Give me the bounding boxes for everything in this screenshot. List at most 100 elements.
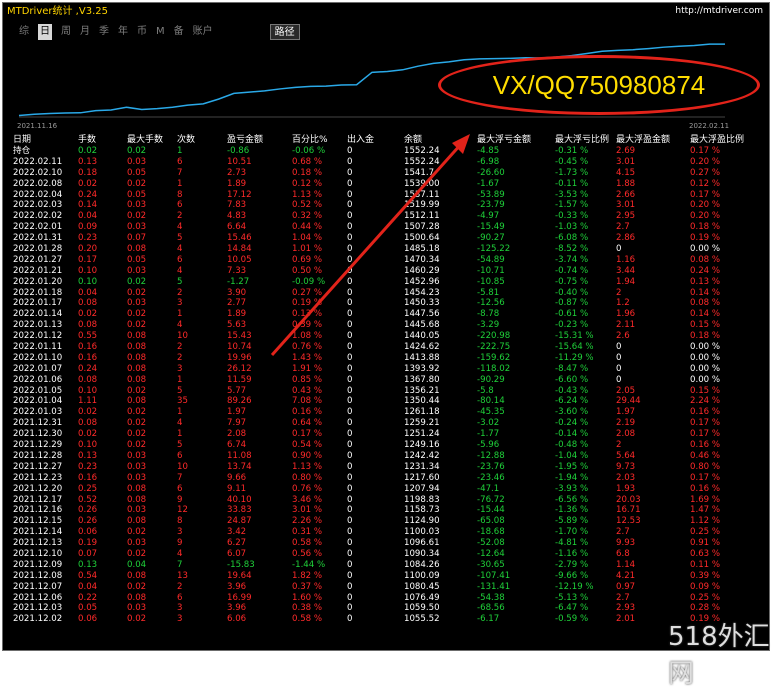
table-row: 2021.12.10 0.07 0.02 4 6.07 0.56 % 0 1090.34 -12… <box>7 548 769 560</box>
table-cell: 2021.12.08 <box>13 570 63 581</box>
tab-4[interactable]: 季 <box>99 24 109 40</box>
table-cell: 19.96 <box>227 352 252 363</box>
table-cell: 0.02 <box>127 287 147 298</box>
table-cell: 1259.21 <box>404 418 440 429</box>
table-cell: 12 <box>177 505 188 516</box>
table-cell: 0 <box>347 374 353 385</box>
table-cell: 0.91 % <box>690 538 721 549</box>
tab-6[interactable]: 币 <box>137 24 147 40</box>
table-cell: -0.75 % <box>555 276 589 287</box>
table-cell: 0 <box>347 483 353 494</box>
table-cell: -15.83 <box>227 559 255 570</box>
table-cell: 1.11 <box>78 396 98 407</box>
table-cell: 1.82 % <box>292 570 323 581</box>
table-cell: 2.7 <box>616 592 630 603</box>
table-cell: -1.57 % <box>555 200 589 211</box>
table-row: 2021.12.31 0.08 0.02 4 7.97 0.64 % 0 1259.21 -3.… <box>7 418 769 429</box>
table-cell: 0.03 <box>127 505 147 516</box>
table-cell: 0.02 <box>127 418 147 429</box>
table-cell: 0.03 <box>127 450 147 461</box>
table-cell: 2.73 <box>227 167 247 178</box>
path-button[interactable]: 路径 <box>269 24 300 40</box>
table-cell: 8 <box>177 516 183 527</box>
table-cell: 24.87 <box>227 516 252 527</box>
table-cell: 0.52 % <box>292 200 323 211</box>
table-cell: 29.44 <box>616 396 641 407</box>
table-cell: -80.14 <box>477 396 505 407</box>
table-cell: -5.8 <box>477 385 494 396</box>
table-cell: 0.08 % <box>690 254 721 265</box>
table-cell: -6.60 % <box>555 374 589 385</box>
table-cell: 1.60 % <box>292 592 323 603</box>
table-cell: -76.72 <box>477 494 505 505</box>
table-row: 2022.01.12 0.55 0.08 10 15.43 1.08 % 0 1440.05 -… <box>7 331 769 342</box>
table-cell: -1.16 % <box>555 548 589 559</box>
table-cell: 0 <box>347 254 353 265</box>
table-cell: 0.31 % <box>292 527 323 538</box>
table-row: 2022.01.03 0.02 0.02 1 1.97 0.16 % 0 1261.18 -45… <box>7 407 769 418</box>
column-header: 最大手数 <box>127 135 164 145</box>
table-cell: 0 <box>347 233 353 244</box>
brand-watermark: 518外汇网 <box>668 622 770 689</box>
table-cell: 2021.12.14 <box>13 527 63 538</box>
table-cell: 0 <box>347 494 353 505</box>
column-header: 出入金 <box>347 135 375 145</box>
table-cell: 1350.44 <box>404 396 440 407</box>
table-cell: 0 <box>347 516 353 527</box>
site-url[interactable]: http://mtdriver.com <box>675 3 763 20</box>
table-cell: -0.59 % <box>555 614 589 625</box>
table-cell: 0.14 % <box>690 309 721 320</box>
table-cell: 15.43 <box>227 331 252 342</box>
table-cell: 0.03 <box>127 472 147 483</box>
table-cell: 3.01 <box>616 156 636 167</box>
table-cell: 0.05 <box>127 167 147 178</box>
tab-9[interactable]: 账户 <box>193 24 213 40</box>
table-cell: -15.31 % <box>555 331 594 342</box>
column-header: 百分比% <box>292 135 328 145</box>
table-cell: 10 <box>177 461 188 472</box>
tab-3[interactable]: 月 <box>80 24 90 40</box>
tab-5[interactable]: 年 <box>118 24 128 40</box>
table-row: 2022.01.20 0.10 0.02 5 -1.27 -0.09 % 0 1452.96 -… <box>7 276 769 288</box>
table-cell: 2021.12.15 <box>13 516 63 527</box>
table-cell: 0.13 <box>78 156 98 167</box>
table-cell: 6 <box>177 254 183 265</box>
table-cell: 0.27 % <box>690 167 721 178</box>
table-cell: -15.64 % <box>555 342 594 353</box>
table-cell: 0.15 % <box>690 320 721 331</box>
table-cell: 0.13 % <box>292 309 323 320</box>
table-cell: 40.10 <box>227 494 252 505</box>
table-row: 2022.01.31 0.23 0.07 5 15.46 1.04 % 0 1500.64 -9… <box>7 233 769 244</box>
table-cell: 0.18 % <box>690 331 721 342</box>
table-cell: 1.16 <box>616 254 636 265</box>
table-cell: 1 <box>177 407 183 418</box>
tab-2[interactable]: 周 <box>61 24 71 40</box>
table-cell: 2021.12.07 <box>13 581 63 592</box>
tab-0[interactable]: 综 <box>19 24 29 40</box>
table-cell: -12.64 <box>477 548 505 559</box>
table-cell: 0.00 % <box>690 342 721 353</box>
window-title: MTDriver统计 ,V3.25 <box>7 6 108 17</box>
table-cell: 0 <box>616 374 622 385</box>
table-row: 2022.02.10 0.18 0.05 7 2.73 0.18 % 0 1541.7 -26.… <box>7 167 769 179</box>
table-cell: 3.01 % <box>292 505 323 516</box>
table-row: 2021.12.23 0.16 0.03 7 9.66 0.80 % 0 1217.60 -23… <box>7 472 769 484</box>
table-cell: 1.94 <box>616 276 636 287</box>
tab-1[interactable]: 日 <box>38 24 52 40</box>
table-cell: 0 <box>347 527 353 538</box>
table-cell: 0.50 % <box>292 265 323 276</box>
table-cell: 0.02 <box>127 429 147 440</box>
table-cell: 3 <box>177 298 183 309</box>
tab-8[interactable]: 备 <box>174 24 184 40</box>
table-cell: 5.77 <box>227 385 247 396</box>
table-cell: 0.19 <box>78 538 98 549</box>
table-row: 2021.12.13 0.19 0.03 9 6.27 0.58 % 0 1096.61 -52… <box>7 538 769 549</box>
table-cell: 0.90 % <box>292 450 323 461</box>
table-cell: 0.16 % <box>292 407 323 418</box>
table-cell: -18.68 <box>477 527 505 538</box>
table-row: 2022.02.08 0.02 0.02 1 1.89 0.12 % 0 1539.00 -1.… <box>7 179 769 190</box>
table-cell: 2021.12.10 <box>13 548 63 559</box>
tab-7[interactable]: M <box>156 24 165 40</box>
table-cell: 3 <box>177 363 183 374</box>
table-cell: 1537.11 <box>404 189 440 200</box>
